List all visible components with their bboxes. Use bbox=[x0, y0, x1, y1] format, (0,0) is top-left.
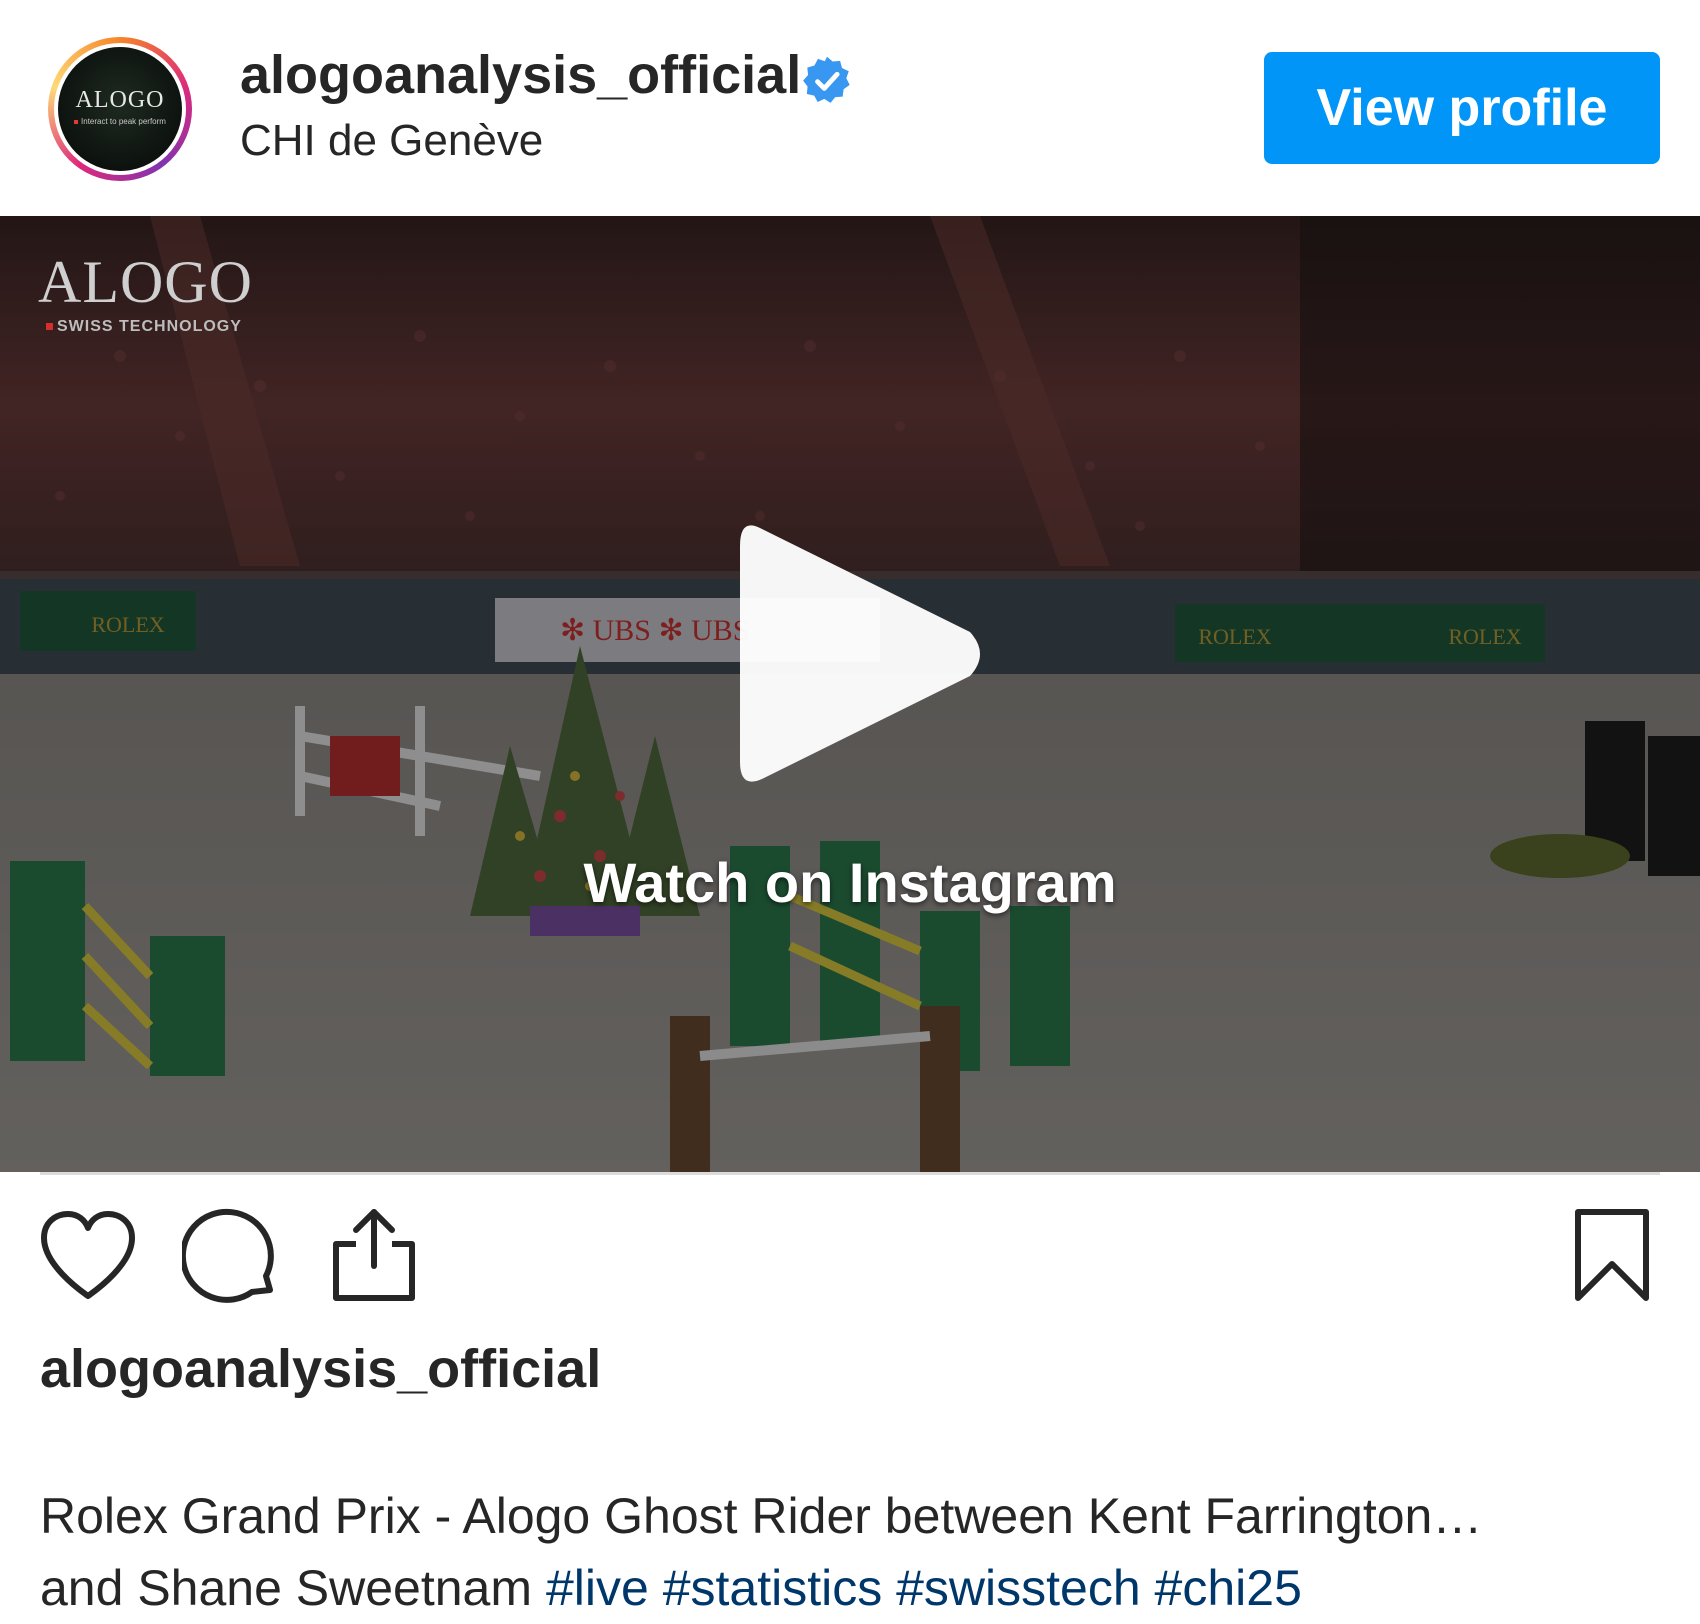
bookmark-icon[interactable] bbox=[1572, 1206, 1652, 1304]
share-icon[interactable] bbox=[326, 1204, 422, 1304]
media-divider bbox=[40, 1172, 1660, 1175]
brand-watermark-tag: SWISS TECHNOLOGY bbox=[46, 318, 253, 336]
post-caption: Rolex Grand Prix - Alogo Ghost Rider bet… bbox=[40, 1480, 1660, 1624]
avatar-logo-text: ALOGO bbox=[75, 87, 165, 113]
location-label[interactable]: CHI de Genève bbox=[240, 116, 543, 166]
view-profile-button[interactable]: View profile bbox=[1264, 52, 1660, 164]
brand-watermark: ALOGO SWISS TECHNOLOGY bbox=[38, 252, 253, 336]
comment-icon[interactable] bbox=[182, 1206, 282, 1306]
caption-line-1: Rolex Grand Prix - Alogo Ghost Rider bet… bbox=[40, 1488, 1483, 1544]
caption-username[interactable]: alogoanalysis_official bbox=[40, 1338, 601, 1400]
brand-watermark-word: ALOGO bbox=[38, 249, 253, 315]
avatar-logo-subtitle: Interact to peak perform bbox=[58, 117, 182, 126]
caption-line-2: and Shane Sweetnam bbox=[40, 1560, 533, 1616]
post-header: ALOGO Interact to peak perform alogoanal… bbox=[0, 0, 1700, 216]
profile-username[interactable]: alogoanalysis_official bbox=[240, 44, 801, 106]
heart-icon[interactable] bbox=[38, 1208, 138, 1304]
video-media[interactable]: ROLEX ✻ UBS ✻ UBS ROLEX ROLEX ALOGO SWIS… bbox=[0, 216, 1700, 1172]
watch-on-instagram-link[interactable]: Watch on Instagram bbox=[0, 850, 1700, 915]
hashtag-statistics[interactable]: #statistics bbox=[663, 1560, 883, 1616]
play-icon[interactable] bbox=[734, 518, 990, 790]
hashtag-live[interactable]: #live bbox=[546, 1560, 649, 1616]
hashtag-chi25[interactable]: #chi25 bbox=[1155, 1560, 1302, 1616]
hashtag-swisstech[interactable]: #swisstech bbox=[896, 1560, 1141, 1616]
avatar[interactable]: ALOGO Interact to peak perform bbox=[58, 47, 182, 171]
verified-badge-icon bbox=[803, 56, 850, 103]
